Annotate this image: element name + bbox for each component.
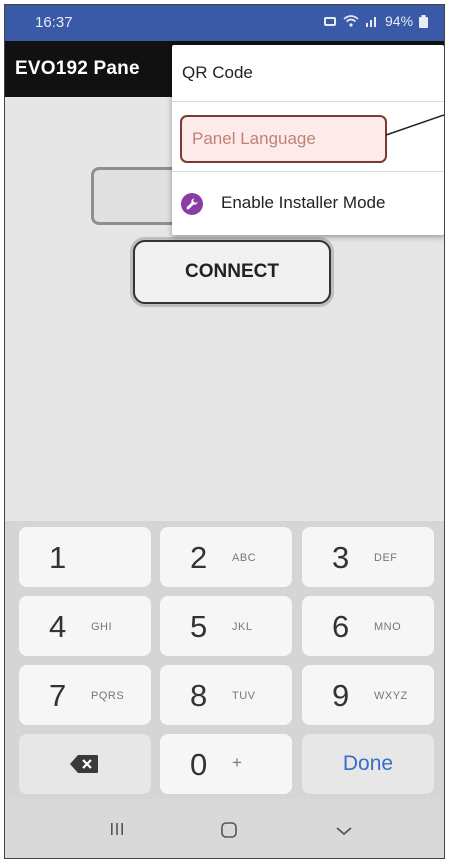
- key-letters: +: [232, 753, 243, 772]
- home-icon[interactable]: [220, 821, 238, 844]
- menu-item-label: Panel Language: [180, 115, 387, 163]
- key-5[interactable]: 5 JKL: [160, 596, 292, 656]
- navigation-bar: [5, 799, 444, 858]
- status-icons: 94%: [323, 13, 429, 29]
- recent-apps-icon[interactable]: [109, 821, 125, 842]
- alarm-icon: [323, 15, 337, 27]
- key-digit: 8: [190, 678, 208, 713]
- back-chevron-down-icon[interactable]: [335, 824, 353, 842]
- menu-item-qr-code[interactable]: QR Code: [172, 45, 444, 102]
- key-1[interactable]: 1: [19, 527, 151, 587]
- phone-screen: 16:37 94% EVO192 Pane CONNECT QR Code Pa…: [4, 4, 445, 859]
- app-title: EVO192 Pane: [15, 58, 140, 79]
- menu-item-enable-installer-mode[interactable]: Enable Installer Mode: [172, 172, 444, 235]
- key-4[interactable]: 4 GHI: [19, 596, 151, 656]
- key-letters: TUV: [232, 690, 256, 702]
- key-2[interactable]: 2 ABC: [160, 527, 292, 587]
- menu-item-label: Enable Installer Mode: [221, 193, 386, 212]
- signal-icon: [365, 15, 379, 27]
- callout-line: [385, 114, 444, 136]
- overflow-menu: QR Code Panel Language Enable Installer …: [172, 45, 444, 235]
- key-digit: 0: [190, 747, 208, 782]
- key-digit: 9: [332, 678, 350, 713]
- battery-level: 94%: [385, 13, 414, 29]
- numeric-keypad: 1 2 ABC 3 DEF 4 GHI 5 JKL 6 MNO 7 PQRS 8…: [5, 521, 444, 799]
- battery-icon: [419, 14, 429, 28]
- key-letters: DEF: [374, 552, 398, 564]
- key-digit: 4: [49, 609, 67, 644]
- key-8[interactable]: 8 TUV: [160, 665, 292, 725]
- done-label: Done: [342, 752, 394, 775]
- key-letters: ABC: [232, 552, 257, 564]
- key-digit: 3: [332, 540, 350, 575]
- key-digit: 5: [190, 609, 208, 644]
- done-key[interactable]: Done: [302, 734, 434, 794]
- connect-button[interactable]: CONNECT: [133, 240, 331, 304]
- key-letters: PQRS: [91, 690, 125, 702]
- key-3[interactable]: 3 DEF: [302, 527, 434, 587]
- status-time: 16:37: [35, 14, 73, 31]
- key-digit: 1: [49, 540, 67, 575]
- key-letters: GHI: [91, 621, 113, 633]
- wrench-icon: [181, 193, 203, 215]
- key-0[interactable]: 0 +: [160, 734, 292, 794]
- wifi-icon: [343, 15, 359, 27]
- key-9[interactable]: 9 WXYZ: [302, 665, 434, 725]
- key-digit: 7: [49, 678, 67, 713]
- key-letters: MNO: [374, 621, 402, 633]
- key-6[interactable]: 6 MNO: [302, 596, 434, 656]
- backspace-key[interactable]: [19, 734, 151, 794]
- key-digit: 6: [332, 609, 350, 644]
- key-letters: JKL: [232, 621, 253, 633]
- key-digit: 2: [190, 540, 208, 575]
- status-bar: 16:37 94%: [5, 5, 444, 41]
- key-letters: WXYZ: [374, 690, 408, 702]
- key-7[interactable]: 7 PQRS: [19, 665, 151, 725]
- menu-item-label: QR Code: [182, 63, 253, 82]
- backspace-icon: [69, 754, 99, 779]
